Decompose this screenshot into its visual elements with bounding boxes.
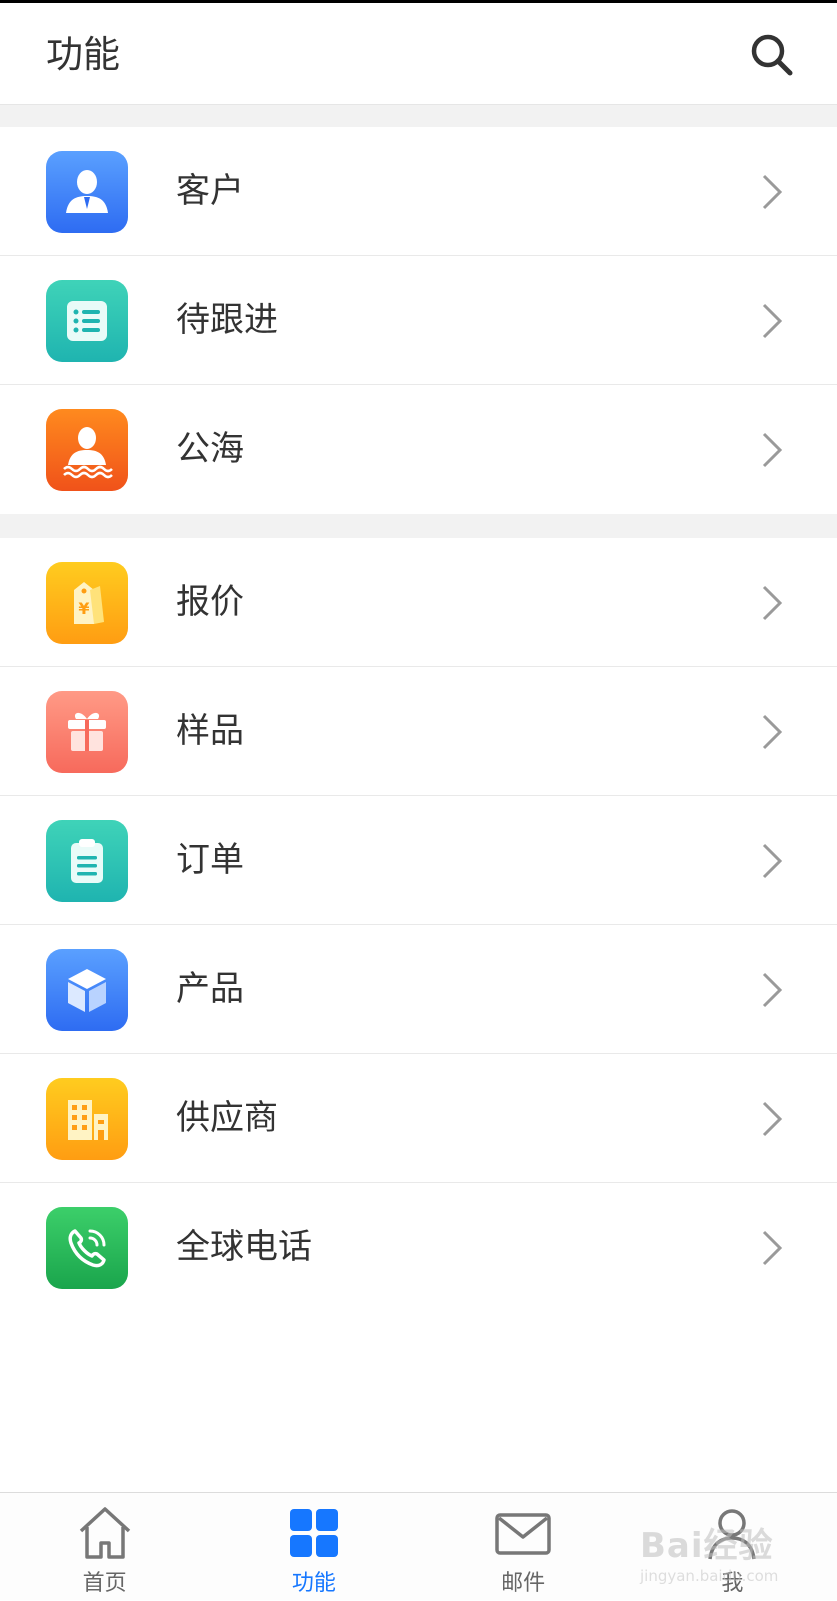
- menu-item-label: 待跟进: [176, 300, 278, 340]
- quote-tag-icon: ¥: [46, 562, 128, 644]
- menu-item-label: 供应商: [176, 1098, 278, 1138]
- section-divider: [0, 105, 837, 127]
- menu-item-label: 产品: [176, 969, 244, 1009]
- menu-item-quote[interactable]: ¥ 报价: [0, 538, 837, 667]
- menu-item-supplier[interactable]: 供应商: [0, 1054, 837, 1183]
- menu-item-label: 公海: [176, 429, 244, 469]
- tab-label: 邮件: [501, 1571, 546, 1596]
- chevron-right-icon: [762, 303, 783, 339]
- menu-group-2: ¥ 报价 样品 订单 产品 供应商 全球电话: [0, 538, 837, 1312]
- cube-icon: [46, 949, 128, 1031]
- watermark-url: jingyan.baidu.com: [640, 1567, 779, 1585]
- chevron-right-icon: [762, 1230, 783, 1266]
- menu-item-label: 客户: [176, 171, 244, 211]
- menu-item-sample[interactable]: 样品: [0, 667, 837, 796]
- chevron-right-icon: [762, 972, 783, 1008]
- chevron-right-icon: [762, 1101, 783, 1137]
- watermark: Bai经验 jingyan.baidu.com: [640, 1518, 835, 1588]
- home-icon: [79, 1507, 130, 1559]
- grid-icon: [289, 1509, 338, 1557]
- menu-item-public-pool[interactable]: 公海: [0, 385, 837, 514]
- chevron-right-icon: [762, 714, 783, 750]
- tab-label: 功能: [291, 1571, 336, 1596]
- phone-icon: [46, 1207, 128, 1289]
- building-icon: [46, 1078, 128, 1160]
- tab-mail[interactable]: 邮件: [419, 1493, 628, 1601]
- menu-item-label: 全球电话: [176, 1227, 312, 1267]
- menu-item-label: 订单: [176, 840, 244, 880]
- chevron-right-icon: [762, 843, 783, 879]
- customer-icon: [46, 151, 128, 233]
- public-pool-icon: [46, 409, 128, 491]
- menu-item-customer[interactable]: 客户: [0, 127, 837, 256]
- clipboard-icon: [46, 820, 128, 902]
- chevron-right-icon: [762, 174, 783, 210]
- menu-item-label: 报价: [176, 582, 244, 622]
- tab-label: 首页: [82, 1571, 127, 1596]
- menu-group-1: 客户 待跟进 公海: [0, 127, 837, 514]
- search-icon[interactable]: [748, 31, 796, 79]
- gift-icon: [46, 691, 128, 773]
- mail-icon: [495, 1513, 551, 1555]
- chevron-right-icon: [762, 585, 783, 621]
- follow-up-list-icon: [46, 280, 128, 362]
- watermark-text: Bai经验: [640, 1526, 774, 1566]
- svg-text:¥: ¥: [78, 599, 89, 618]
- menu-item-global-phone[interactable]: 全球电话: [0, 1183, 837, 1312]
- tab-home[interactable]: 首页: [0, 1493, 209, 1601]
- menu-item-follow-up[interactable]: 待跟进: [0, 256, 837, 385]
- menu-item-product[interactable]: 产品: [0, 925, 837, 1054]
- chevron-right-icon: [762, 432, 783, 468]
- tab-functions[interactable]: 功能: [209, 1493, 418, 1601]
- page-title: 功能: [46, 33, 120, 76]
- section-divider: [0, 514, 837, 538]
- menu-item-label: 样品: [176, 711, 244, 751]
- app-header: 功能: [0, 3, 837, 105]
- menu-item-order[interactable]: 订单: [0, 796, 837, 925]
